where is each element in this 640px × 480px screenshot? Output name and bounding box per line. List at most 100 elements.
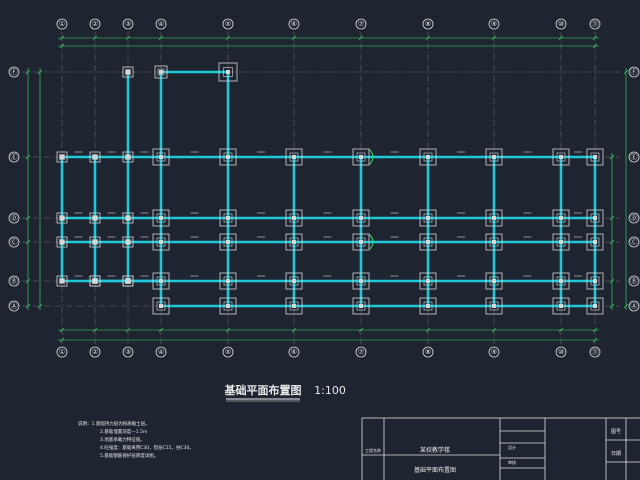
row-axis-label: Ⓐ (11, 302, 18, 310)
column-stub (159, 70, 163, 74)
row-axis-label: Ⓔ (631, 153, 638, 161)
row-axis-label: Ⓒ (11, 238, 18, 246)
column-stub (159, 304, 163, 308)
column-stub (159, 240, 163, 244)
column-stub (359, 279, 363, 283)
column-stub (60, 216, 64, 220)
column-stub (359, 155, 363, 159)
row-axis-label: Ⓓ (11, 214, 18, 222)
column-axis-label: ④ (158, 348, 164, 356)
column-axis-label: ② (92, 20, 98, 28)
column-axis-label: ⑧ (425, 20, 431, 28)
row-axis-label: Ⓑ (631, 277, 638, 285)
column-stub (126, 279, 130, 283)
column-axis-label: ⑪ (592, 20, 599, 28)
column-stub (126, 155, 130, 159)
column-stub (292, 216, 296, 220)
drawing-title: 基础平面布置图 (224, 383, 302, 397)
column-stub (492, 216, 496, 220)
column-stub (292, 279, 296, 283)
cad-drawing-canvas[interactable]: ① ① ② ② ③ ③ ④ ④ ⑤ ⑤ ⑥ ⑥ ⑦ ⑦ ⑧ ⑧ ⑨ ⑨ ⑩ ⑩ ⑪ ⑪ Ⓐ Ⓐ Ⓑ Ⓑ Ⓒ Ⓒ Ⓓ Ⓓ Ⓔ Ⓔ Ⓕ Ⓕ 基础平面… (0, 0, 640, 480)
column-stub (593, 240, 597, 244)
project-name: 某校教学楼 (420, 446, 450, 454)
column-stub (93, 216, 97, 220)
column-axis-label: ④ (158, 20, 164, 28)
row-axis-label: Ⓕ (11, 68, 18, 76)
column-stub (559, 155, 563, 159)
column-axis-label: ⑤ (225, 348, 231, 356)
note-line: 4.砼强度：基础采用C30，垫层C15，柱C30。 (100, 444, 194, 451)
column-stub (359, 216, 363, 220)
note-line: 5.基础钢筋保护层厚度详图。 (100, 452, 158, 459)
column-stub (292, 155, 296, 159)
row-axis-label: Ⓔ (11, 153, 18, 161)
column-stub (492, 240, 496, 244)
column-axis-label: ⑨ (491, 348, 497, 356)
column-stub (426, 279, 430, 283)
note-line: 2.基础埋置深度—1.5m (100, 428, 147, 435)
note-line: 3.地基承载力特征值。 (100, 436, 145, 443)
column-stub (292, 240, 296, 244)
column-stub (226, 70, 230, 74)
column-axis-label: ⑩ (558, 20, 564, 28)
column-stub (226, 240, 230, 244)
column-axis-label: ⑦ (358, 348, 364, 356)
column-axis-label: ⑥ (291, 20, 297, 28)
column-stub (426, 240, 430, 244)
column-stub (593, 279, 597, 283)
column-stub (593, 216, 597, 220)
column-stub (559, 240, 563, 244)
designer-label: 设计 (508, 444, 516, 450)
column-stub (559, 279, 563, 283)
column-axis-label: ③ (125, 348, 131, 356)
drawing-scale: 1:100 (314, 384, 346, 397)
column-axis-label: ① (59, 348, 65, 356)
column-stub (226, 279, 230, 283)
note-line: 说明：1.基础持力层为粉质黏土层。 (78, 420, 150, 427)
column-stub (359, 304, 363, 308)
column-stub (226, 155, 230, 159)
column-stub (426, 155, 430, 159)
column-stub (93, 155, 97, 159)
reviewer-label: 审核 (508, 459, 516, 465)
column-axis-label: ⑧ (425, 348, 431, 356)
row-axis-label: Ⓑ (11, 277, 18, 285)
column-stub (126, 216, 130, 220)
column-axis-label: ③ (125, 20, 131, 28)
row-axis-label: Ⓓ (631, 214, 638, 222)
column-axis-label: ② (92, 348, 98, 356)
column-stub (93, 240, 97, 244)
column-stub (60, 279, 64, 283)
column-stub (93, 279, 97, 283)
column-stub (159, 216, 163, 220)
column-stub (60, 240, 64, 244)
column-stub (593, 304, 597, 308)
column-stub (60, 155, 64, 159)
column-stub (492, 304, 496, 308)
column-stub (126, 240, 130, 244)
date-label: 日期 (611, 451, 621, 457)
column-stub (593, 155, 597, 159)
column-stub (426, 304, 430, 308)
column-axis-label: ① (59, 20, 65, 28)
column-stub (126, 70, 130, 74)
column-stub (159, 155, 163, 159)
column-stub (226, 304, 230, 308)
column-stub (159, 279, 163, 283)
row-axis-label: Ⓒ (631, 238, 638, 246)
column-axis-label: ⑥ (291, 348, 297, 356)
row-axis-label: Ⓕ (631, 68, 638, 76)
column-stub (559, 304, 563, 308)
column-stub (226, 216, 230, 220)
row-axis-label: Ⓐ (631, 302, 638, 310)
project-label: 工程名称 (365, 447, 381, 453)
column-axis-label: ⑩ (558, 348, 564, 356)
column-stub (559, 216, 563, 220)
drawing-name: 基础平面布置图 (414, 466, 456, 474)
column-stub (359, 240, 363, 244)
column-axis-label: ⑨ (491, 20, 497, 28)
column-stub (292, 304, 296, 308)
column-stub (492, 279, 496, 283)
column-stub (426, 216, 430, 220)
column-axis-label: ⑤ (225, 20, 231, 28)
